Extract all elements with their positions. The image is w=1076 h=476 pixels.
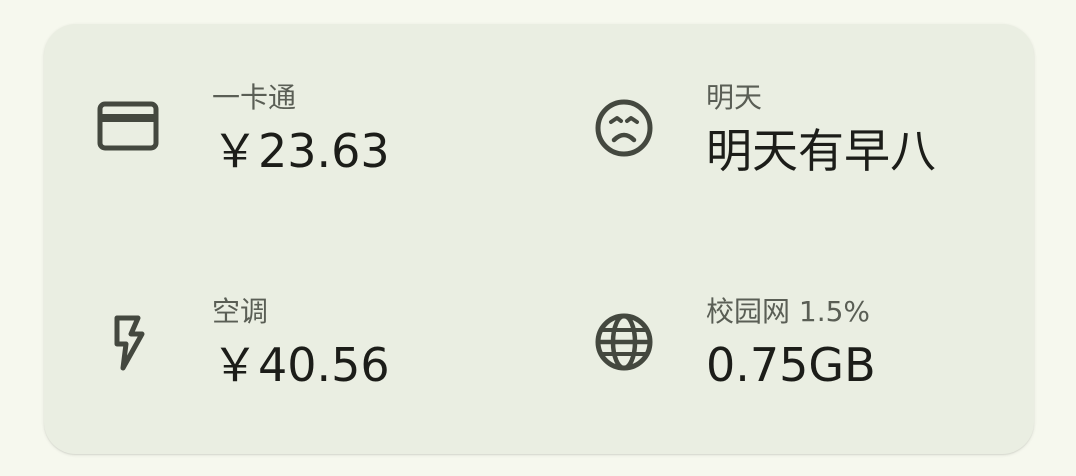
- tomorrow-status: 明天有早八: [706, 124, 936, 178]
- credit-card-icon: [96, 96, 160, 160]
- summary-card: 一卡通 ￥23.63 明天 明天有早八 空调 ￥40.56 校园网 1.5% 0…: [44, 24, 1034, 454]
- campus-card-balance: ￥23.63: [212, 124, 390, 178]
- campus-network-usage: 0.75GB: [706, 338, 876, 392]
- globe-icon: [592, 310, 656, 374]
- air-conditioner-balance: ￥40.56: [212, 338, 390, 392]
- air-conditioner-tile[interactable]: 空调 ￥40.56: [96, 298, 576, 448]
- campus-card-label: 一卡通: [212, 81, 297, 114]
- sad-face-icon: [592, 96, 656, 160]
- tomorrow-tile[interactable]: 明天 明天有早八: [592, 84, 1072, 234]
- air-conditioner-label: 空调: [212, 295, 269, 328]
- tomorrow-label: 明天: [706, 81, 763, 114]
- lightning-bolt-icon: [96, 310, 160, 374]
- campus-network-label: 校园网 1.5%: [706, 295, 871, 328]
- campus-network-tile[interactable]: 校园网 1.5% 0.75GB: [592, 298, 1072, 448]
- campus-card-tile[interactable]: 一卡通 ￥23.63: [96, 84, 576, 234]
